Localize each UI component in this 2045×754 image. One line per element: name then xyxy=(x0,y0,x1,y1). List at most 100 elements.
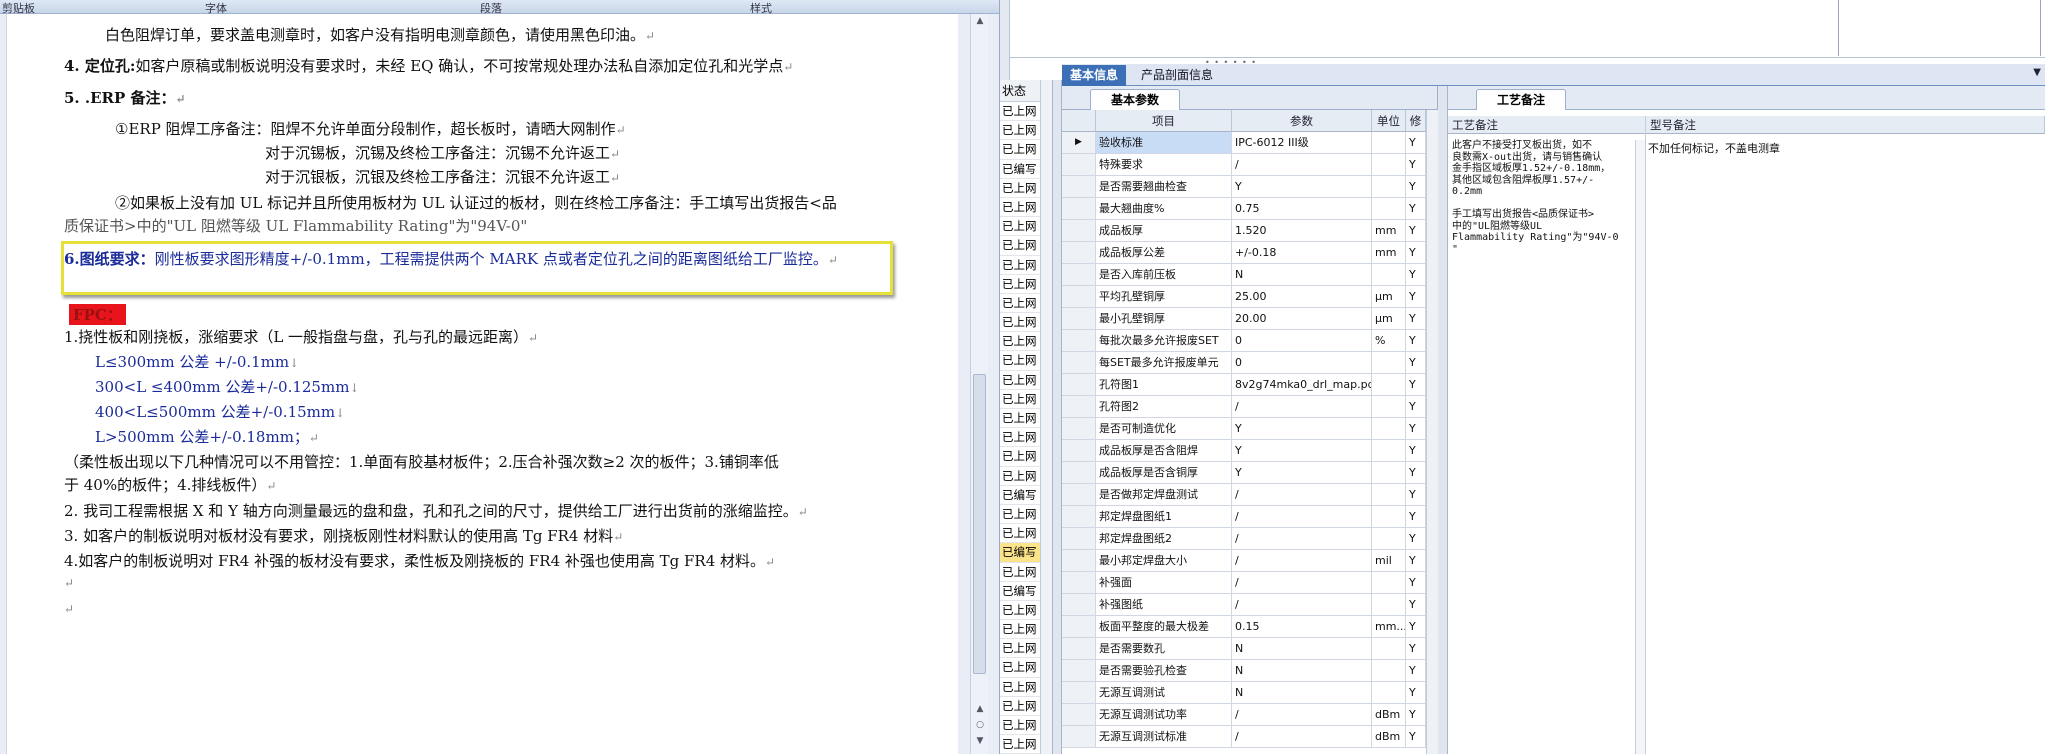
tab-process-notes[interactable]: 工艺备注 xyxy=(1476,89,1566,110)
col-unit-header[interactable]: 单位 xyxy=(1372,110,1406,132)
param-mod-cell[interactable]: Y xyxy=(1406,638,1426,660)
param-row[interactable]: 是否需要数孔 N Y xyxy=(1062,638,1426,660)
param-value-cell[interactable]: / xyxy=(1232,506,1372,528)
param-row[interactable]: 是否可制造优化 Y Y xyxy=(1062,418,1426,440)
param-unit-cell[interactable] xyxy=(1372,176,1406,198)
param-row[interactable]: ▶ 验收标准 IPC-6012 III级 Y xyxy=(1062,132,1426,154)
param-row[interactable]: 无源互调测试标准 / dBm Y xyxy=(1062,726,1426,748)
param-item-cell[interactable]: 特殊要求 xyxy=(1096,154,1232,176)
param-mod-cell[interactable]: Y xyxy=(1406,594,1426,616)
param-value-cell[interactable]: 0.75 xyxy=(1232,198,1372,220)
param-unit-cell[interactable] xyxy=(1372,638,1406,660)
param-item-cell[interactable]: 是否做邦定焊盘测试 xyxy=(1096,484,1232,506)
param-mod-cell[interactable]: Y xyxy=(1406,462,1426,484)
param-row[interactable]: 每批次最多允许报废SET 0% Y xyxy=(1062,330,1426,352)
param-row[interactable]: 成品板厚 1.520 mm Y xyxy=(1062,220,1426,242)
param-item-cell[interactable]: 是否需要验孔检查 xyxy=(1096,660,1232,682)
param-item-cell[interactable]: 是否可制造优化 xyxy=(1096,418,1232,440)
document-page[interactable]: 白色阻焊订单，要求盖电测章时，如客户没有指明电测章颜色，请使用黑色印油。↵ 4.… xyxy=(6,14,958,754)
param-mod-cell[interactable]: Y xyxy=(1406,220,1426,242)
param-value-cell[interactable]: 1.520 xyxy=(1232,220,1372,242)
param-mod-cell[interactable]: Y xyxy=(1406,506,1426,528)
param-item-cell[interactable]: 无源互调测试标准 xyxy=(1096,726,1232,748)
param-unit-cell[interactable]: mm... xyxy=(1372,616,1406,638)
param-unit-cell[interactable]: % xyxy=(1372,330,1406,352)
scroll-up-icon[interactable]: ▲ xyxy=(974,16,986,28)
param-row[interactable]: 成品板厚公差 +/-0.18 mm Y xyxy=(1062,242,1426,264)
param-unit-cell[interactable] xyxy=(1372,418,1406,440)
param-row[interactable]: 最小邦定焊盘大小 / mil Y xyxy=(1062,550,1426,572)
param-value-cell[interactable]: 0 xyxy=(1232,330,1372,352)
tab-profile-info[interactable]: 产品剖面信息 xyxy=(1132,65,1222,86)
param-mod-cell[interactable]: Y xyxy=(1406,704,1426,726)
param-unit-cell[interactable]: mm xyxy=(1372,242,1406,264)
param-unit-cell[interactable] xyxy=(1372,660,1406,682)
param-item-cell[interactable]: 成品板厚是否含铜厚 xyxy=(1096,462,1232,484)
param-item-cell[interactable]: 无源互调测试 xyxy=(1096,682,1232,704)
splitter-right[interactable] xyxy=(1438,86,1448,754)
param-mod-cell[interactable]: Y xyxy=(1406,308,1426,330)
param-unit-cell[interactable] xyxy=(1372,352,1406,374)
param-value-cell[interactable]: / xyxy=(1232,726,1372,748)
col-mod-header[interactable]: 修 xyxy=(1406,110,1426,132)
param-value-cell[interactable]: N xyxy=(1232,660,1372,682)
splitter-left[interactable] xyxy=(1052,80,1062,754)
param-item-cell[interactable]: 是否需要数孔 xyxy=(1096,638,1232,660)
param-unit-cell[interactable] xyxy=(1372,154,1406,176)
param-value-cell[interactable]: 20.00 xyxy=(1232,308,1372,330)
param-unit-cell[interactable] xyxy=(1372,374,1406,396)
param-unit-cell[interactable] xyxy=(1372,198,1406,220)
param-mod-cell[interactable]: Y xyxy=(1406,572,1426,594)
process-note-scrollbar[interactable] xyxy=(1635,140,1645,754)
param-mod-cell[interactable]: Y xyxy=(1406,528,1426,550)
param-item-cell[interactable]: 验收标准 xyxy=(1096,132,1232,154)
param-mod-cell[interactable]: Y xyxy=(1406,484,1426,506)
document-scrollbar[interactable]: ▲ ▲ ○ ▼ xyxy=(970,14,988,754)
param-unit-cell[interactable] xyxy=(1372,594,1406,616)
param-mod-cell[interactable]: Y xyxy=(1406,242,1426,264)
param-value-cell[interactable]: / xyxy=(1232,396,1372,418)
param-item-cell[interactable]: 最小邦定焊盘大小 xyxy=(1096,550,1232,572)
param-row[interactable]: 无源互调测试 N Y xyxy=(1062,682,1426,704)
param-value-cell[interactable]: Y xyxy=(1232,440,1372,462)
param-row[interactable]: 成品板厚是否含铜厚 Y Y xyxy=(1062,462,1426,484)
params-scrollbar[interactable] xyxy=(1426,110,1438,754)
param-unit-cell[interactable] xyxy=(1372,572,1406,594)
param-row[interactable]: 补强面 / Y xyxy=(1062,572,1426,594)
param-item-cell[interactable]: 邦定焊盘图纸2 xyxy=(1096,528,1232,550)
param-mod-cell[interactable]: Y xyxy=(1406,682,1426,704)
prev-page-icon[interactable]: ▲ xyxy=(974,704,986,716)
tab-basic-info[interactable]: 基本信息 xyxy=(1062,65,1126,86)
next-page-icon[interactable]: ▼ xyxy=(974,736,986,748)
param-row[interactable]: 最大翘曲度% 0.75 Y xyxy=(1062,198,1426,220)
param-item-cell[interactable]: 补强面 xyxy=(1096,572,1232,594)
param-unit-cell[interactable] xyxy=(1372,528,1406,550)
param-unit-cell[interactable] xyxy=(1372,132,1406,154)
param-mod-cell[interactable]: Y xyxy=(1406,616,1426,638)
status-scrollbar[interactable] xyxy=(1040,80,1052,754)
param-row[interactable]: 是否需要验孔检查 N Y xyxy=(1062,660,1426,682)
param-mod-cell[interactable]: Y xyxy=(1406,264,1426,286)
param-unit-cell[interactable] xyxy=(1372,682,1406,704)
param-unit-cell[interactable] xyxy=(1372,484,1406,506)
param-item-cell[interactable]: 孔符图1 xyxy=(1096,374,1232,396)
param-unit-cell[interactable] xyxy=(1372,506,1406,528)
param-value-cell[interactable]: / xyxy=(1232,572,1372,594)
param-unit-cell[interactable] xyxy=(1372,462,1406,484)
param-row[interactable]: 最小孔壁铜厚 20.00 μm Y xyxy=(1062,308,1426,330)
param-row[interactable]: 邦定焊盘图纸2/ Y xyxy=(1062,528,1426,550)
param-item-cell[interactable]: 无源互调测试功率 xyxy=(1096,704,1232,726)
param-mod-cell[interactable]: Y xyxy=(1406,330,1426,352)
param-unit-cell[interactable] xyxy=(1372,264,1406,286)
param-unit-cell[interactable]: μm xyxy=(1372,308,1406,330)
param-unit-cell[interactable] xyxy=(1372,396,1406,418)
param-unit-cell[interactable]: μm xyxy=(1372,286,1406,308)
param-item-cell[interactable]: 成品板厚公差 xyxy=(1096,242,1232,264)
param-value-cell[interactable]: 8v2g74mka0_drl_map.pdf xyxy=(1232,374,1372,396)
param-row[interactable]: 特殊要求 / Y xyxy=(1062,154,1426,176)
param-mod-cell[interactable]: Y xyxy=(1406,396,1426,418)
col-model-note-header[interactable]: 型号备注 xyxy=(1646,116,2045,134)
scroll-thumb[interactable] xyxy=(973,374,986,674)
param-row[interactable]: 补强图纸 / Y xyxy=(1062,594,1426,616)
param-row[interactable]: 孔符图1 8v2g74mka0_drl_map.pdf Y xyxy=(1062,374,1426,396)
